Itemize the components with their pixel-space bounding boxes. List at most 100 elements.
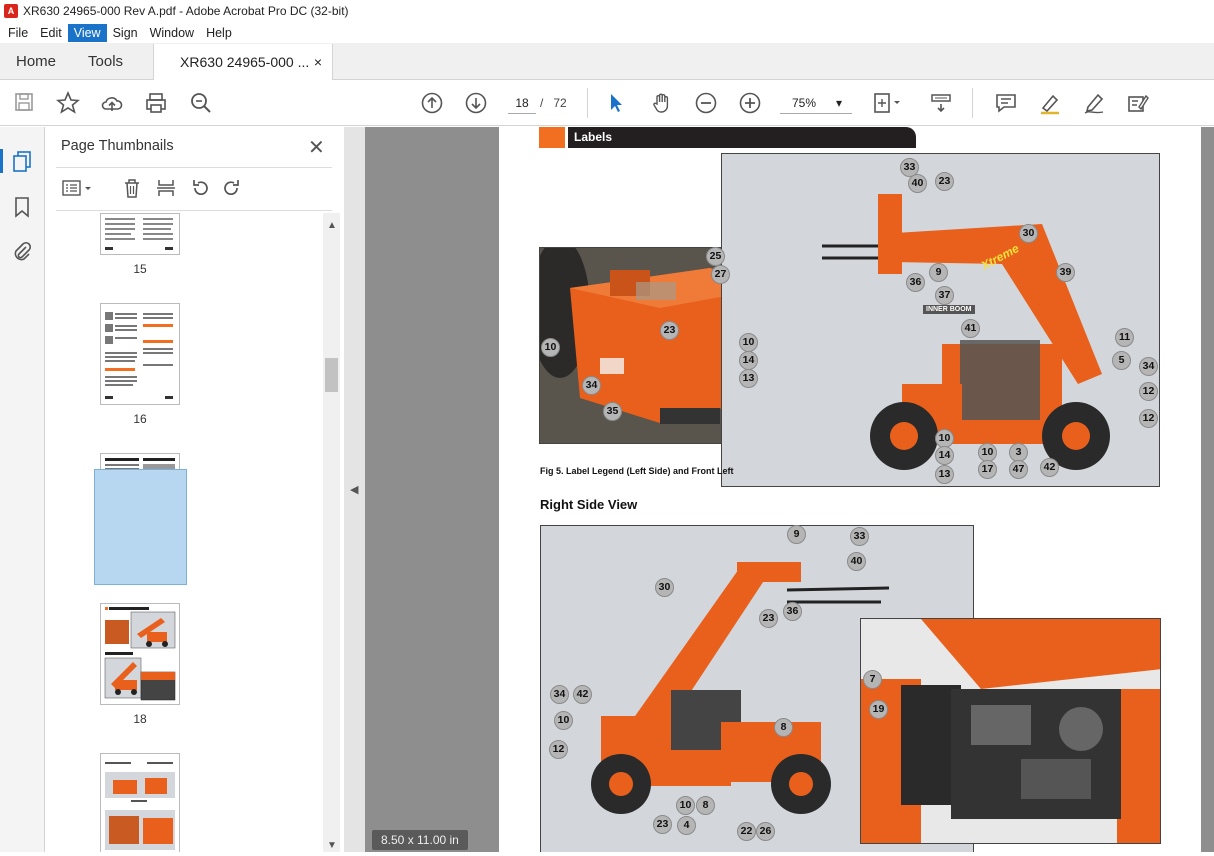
thumbnail-page-19[interactable] <box>100 753 180 852</box>
thumbnail-scrollbar[interactable] <box>323 213 340 852</box>
label-badge: 23 <box>935 172 954 191</box>
rotate-clockwise-icon[interactable] <box>222 178 242 203</box>
label-badge: 8 <box>774 718 793 737</box>
page-size-indicator: 8.50 x 11.00 in <box>372 830 468 850</box>
zoom-in-icon[interactable] <box>738 91 762 115</box>
print-icon[interactable] <box>144 91 168 115</box>
tab-tools[interactable]: Tools <box>72 43 139 79</box>
thumbnail-options-icon[interactable] <box>62 178 94 203</box>
tab-home[interactable]: Home <box>0 43 72 79</box>
draw-sign-icon[interactable] <box>1082 91 1106 115</box>
label-badge: 34 <box>550 685 569 704</box>
comment-icon[interactable] <box>994 91 1018 115</box>
thumbnail-toolbar <box>56 167 332 211</box>
thumbnail-label: 15 <box>133 262 147 276</box>
label-badge: 33 <box>850 527 869 546</box>
label-badge: 27 <box>711 265 730 284</box>
main-toolbar <box>0 80 1214 126</box>
label-badge: 17 <box>978 460 997 479</box>
highlight-pen-icon[interactable] <box>1038 91 1062 115</box>
label-badge: 14 <box>739 351 758 370</box>
zoom-level-select[interactable]: 75% ▾ <box>780 92 852 114</box>
save-icon[interactable] <box>12 91 36 115</box>
menu-help[interactable]: Help <box>200 24 238 42</box>
label-badge: 23 <box>759 609 778 628</box>
page-thumbnails-icon[interactable] <box>10 149 34 173</box>
page-separator: / <box>540 96 544 110</box>
label-badge: 41 <box>961 319 980 338</box>
rotate-counterclockwise-icon[interactable] <box>190 178 210 203</box>
tab-document-label: XR630 24965-000 ... <box>180 54 310 70</box>
previous-page-icon[interactable] <box>420 91 444 115</box>
zoom-search-icon[interactable] <box>189 91 213 115</box>
thumbnail-scrollbar-thumb[interactable] <box>325 358 338 392</box>
label-badge: 12 <box>549 740 568 759</box>
page-total: 72 <box>553 96 567 110</box>
thumbnail-page-16[interactable] <box>100 303 180 405</box>
label-badge: 10 <box>554 711 573 730</box>
label-badge: 22 <box>737 822 756 841</box>
label-badge: 19 <box>869 700 888 719</box>
tab-close-icon[interactable]: × <box>314 54 322 70</box>
title-bar: A XR630 24965-000 Rev A.pdf - Adobe Acro… <box>0 0 1214 22</box>
fill-sign-icon[interactable] <box>1126 91 1150 115</box>
label-badge: 12 <box>1139 409 1158 428</box>
tab-bar: Home Tools XR630 24965-000 ... × <box>0 43 1214 80</box>
tab-document[interactable]: XR630 24965-000 ... × <box>153 44 334 80</box>
label-badge: 35 <box>603 402 622 421</box>
label-badge: 30 <box>1019 224 1038 243</box>
next-page-icon[interactable] <box>464 91 488 115</box>
menu-view[interactable]: View <box>67 23 107 42</box>
menu-sign[interactable]: Sign <box>107 24 144 42</box>
label-badge: 34 <box>582 376 601 395</box>
label-badge: 47 <box>1009 460 1028 479</box>
label-badge: 5 <box>1112 351 1131 370</box>
page-number-input[interactable]: 18 <box>508 92 536 114</box>
menu-window[interactable]: Window <box>144 24 200 42</box>
zoom-out-icon[interactable] <box>694 91 718 115</box>
select-cursor-icon[interactable] <box>604 91 628 115</box>
label-badge: 23 <box>653 815 672 834</box>
page-count: / 72 <box>540 92 567 114</box>
right-side-view-heading: Right Side View <box>540 497 638 512</box>
menu-bar: File Edit View Sign Window Help <box>0 22 1214 43</box>
panel-close-icon[interactable]: ✕ <box>308 135 325 160</box>
thumbnail-label: 16 <box>133 412 147 426</box>
section-header: Labels <box>568 127 916 148</box>
inner-boom-tag: INNER BOOM <box>923 305 975 314</box>
label-badge: 42 <box>573 685 592 704</box>
bookmark-star-icon[interactable] <box>55 90 81 115</box>
label-badge: 10 <box>541 338 560 357</box>
bookmarks-icon[interactable] <box>10 195 34 219</box>
attachments-paperclip-icon[interactable] <box>10 240 34 264</box>
label-badge: 9 <box>787 525 806 544</box>
scroll-mode-icon[interactable] <box>929 91 953 115</box>
label-badge: 37 <box>935 286 954 305</box>
thumbnail-page-18-selected[interactable] <box>100 603 180 705</box>
scroll-down-icon[interactable]: ▼ <box>327 840 337 851</box>
toolbar-separator <box>587 88 588 118</box>
page-thumbnails-panel: Page Thumbnails ✕ ▲ ▼ <box>46 127 344 852</box>
collapse-panel-arrow-icon[interactable]: ◀ <box>350 483 358 496</box>
upload-cloud-icon[interactable] <box>100 91 124 115</box>
section-marker <box>539 127 565 148</box>
label-badge: 42 <box>1040 458 1059 477</box>
thumbnail-selection-highlight <box>94 469 187 585</box>
scroll-up-icon[interactable]: ▲ <box>327 220 337 231</box>
extract-split-page-icon[interactable] <box>156 178 176 203</box>
menu-edit[interactable]: Edit <box>34 24 68 42</box>
page-fit-icon[interactable] <box>872 91 900 115</box>
zoom-dropdown-arrow-icon[interactable]: ▾ <box>836 92 842 114</box>
document-viewport[interactable]: Labels Xtreme INNER BOOM 33 40 23 30 36 … <box>365 127 1214 852</box>
label-badge: 12 <box>1139 382 1158 401</box>
menu-file[interactable]: File <box>2 24 34 42</box>
thumbnail-page-15[interactable] <box>100 213 180 255</box>
panel-splitter[interactable]: ◀ <box>344 127 365 852</box>
section-title: Labels <box>574 130 613 144</box>
hand-tool-icon[interactable] <box>650 91 674 115</box>
left-navigation-rail <box>0 127 45 852</box>
label-badge: 13 <box>935 465 954 484</box>
delete-page-icon[interactable] <box>122 178 142 203</box>
toolbar-separator <box>972 88 973 118</box>
label-badge: 8 <box>696 796 715 815</box>
